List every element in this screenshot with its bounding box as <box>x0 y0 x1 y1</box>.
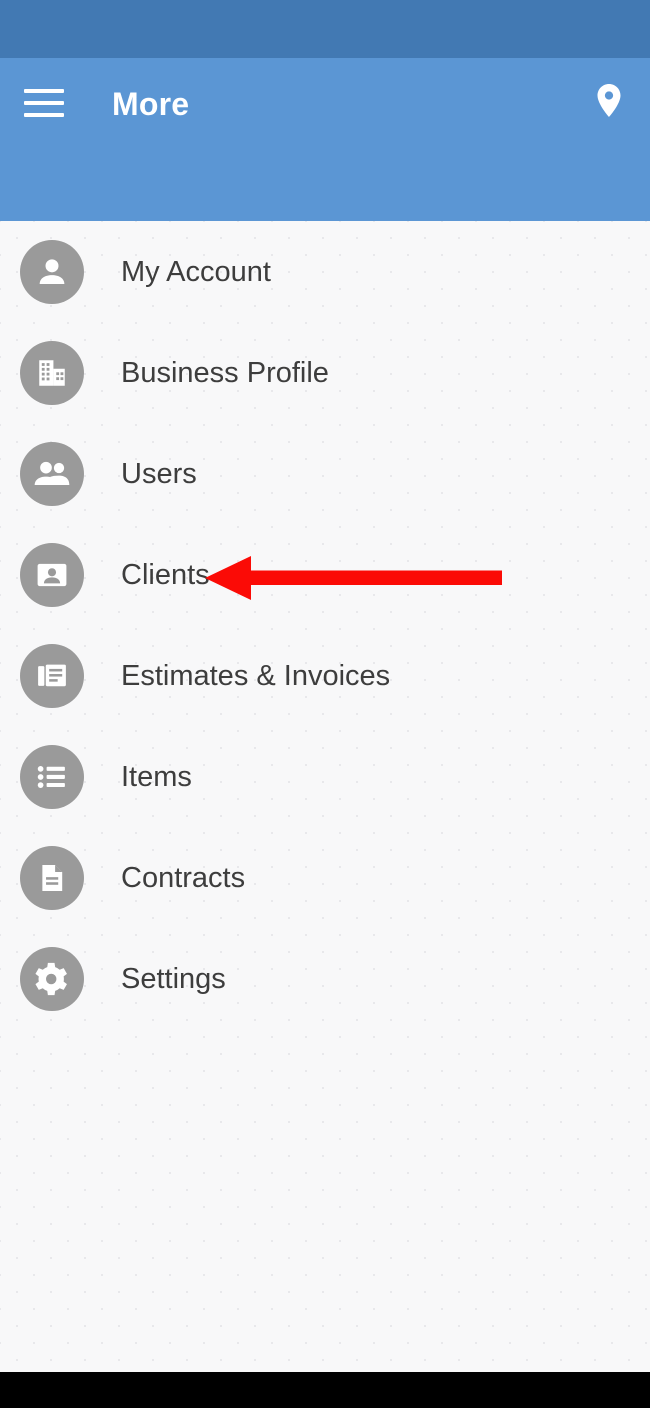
hamburger-bar-3 <box>24 113 64 117</box>
documents-stack-icon <box>20 643 84 708</box>
hamburger-bar-1 <box>24 89 64 93</box>
people-group-icon <box>20 441 84 506</box>
menu-item-label: Contracts <box>121 861 246 894</box>
menu-item-business-profile[interactable]: Business Profile <box>0 322 650 423</box>
menu-item-label: Users <box>121 457 197 490</box>
location-pin-icon[interactable] <box>586 80 632 126</box>
document-page-icon <box>20 845 84 910</box>
menu-item-label: Estimates & Invoices <box>121 659 391 692</box>
menu-item-items[interactable]: Items <box>0 726 650 827</box>
menu-item-clients[interactable]: Clients <box>0 524 650 625</box>
menu-item-estimates-invoices[interactable]: Estimates & Invoices <box>0 625 650 726</box>
menu-item-label: Settings <box>121 962 226 995</box>
status-bar <box>0 0 650 58</box>
menu-item-label: Business Profile <box>121 356 329 389</box>
menu-item-label: My Account <box>121 255 271 288</box>
menu-item-users[interactable]: Users <box>0 423 650 524</box>
more-menu-list: My Account Business Profile Users Client… <box>0 221 650 1372</box>
menu-item-contracts[interactable]: Contracts <box>0 827 650 928</box>
page-title: More <box>112 86 190 122</box>
hamburger-bar-2 <box>24 101 64 105</box>
gear-icon <box>20 946 84 1011</box>
person-icon <box>20 239 84 304</box>
hamburger-menu-icon[interactable] <box>24 82 66 124</box>
contact-card-icon <box>20 542 84 607</box>
mobile-app-screen: More My Account Business Profile Users C… <box>0 0 650 1408</box>
system-navigation-bar <box>0 1372 650 1408</box>
menu-item-label: Items <box>121 760 192 793</box>
menu-item-settings[interactable]: Settings <box>0 928 650 1029</box>
building-icon <box>20 340 84 405</box>
bulleted-list-icon <box>20 744 84 809</box>
app-bar: More <box>0 58 650 279</box>
menu-item-label: Clients <box>121 558 210 591</box>
menu-item-my-account[interactable]: My Account <box>0 221 650 322</box>
